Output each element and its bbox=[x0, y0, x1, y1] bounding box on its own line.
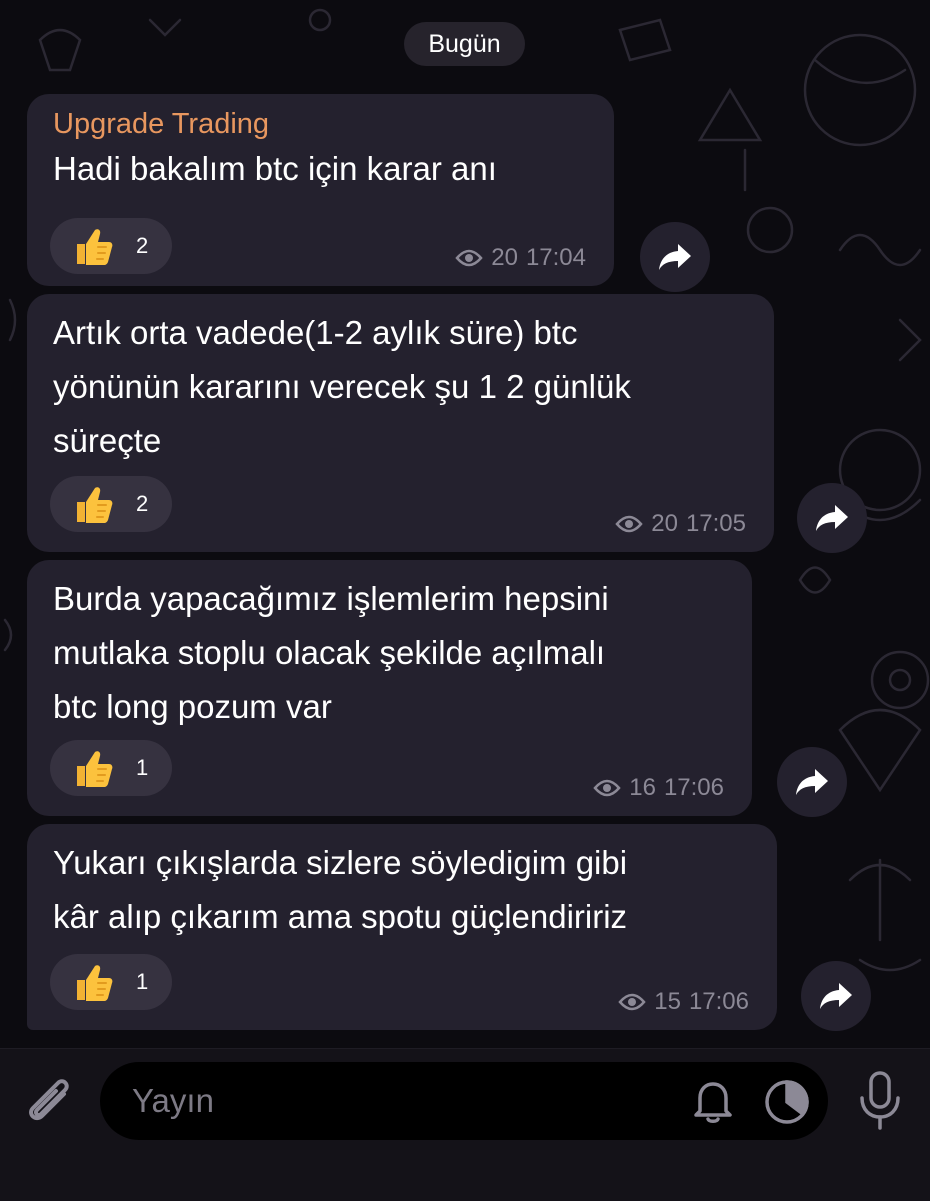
message-text: Artık orta vadede(1-2 aylık süre) btc yö… bbox=[53, 306, 748, 468]
message-meta: 16 17:06 bbox=[593, 774, 724, 802]
view-count: 15 bbox=[654, 988, 681, 1015]
reaction-pill[interactable]: 2 bbox=[50, 218, 172, 274]
message-text-line: Burda yapacağımız işlemlerim hepsini bbox=[53, 580, 609, 617]
thumbs-up-emoji-icon bbox=[77, 229, 113, 265]
share-arrow-icon bbox=[659, 244, 691, 270]
thumbs-up-emoji-icon bbox=[77, 751, 113, 787]
share-arrow-icon bbox=[816, 505, 848, 531]
eye-icon bbox=[593, 779, 621, 797]
view-count: 20 bbox=[491, 244, 518, 271]
reaction-pill[interactable]: 1 bbox=[50, 740, 172, 796]
message-time: 17:06 bbox=[688, 988, 749, 1015]
message-text-line: yönünün kararını verecek şu 1 2 günlük bbox=[53, 368, 631, 405]
message-text-line: Artık orta vadede(1-2 aylık süre) btc bbox=[53, 314, 578, 351]
reaction-count: 1 bbox=[136, 755, 149, 780]
message-meta: 20 17:04 bbox=[455, 244, 586, 272]
paperclip-icon[interactable] bbox=[20, 1072, 78, 1132]
thumbs-up-emoji-icon bbox=[77, 487, 113, 523]
message-text-line: mutlaka stoplu olacak şekilde açılmalı bbox=[53, 634, 606, 671]
message-meta: 15 17:06 bbox=[618, 988, 749, 1016]
message-bubble[interactable]: Upgrade Trading Hadi bakalım btc için ka… bbox=[27, 94, 614, 286]
message-time: 17:06 bbox=[663, 774, 724, 801]
share-button[interactable] bbox=[777, 747, 847, 817]
reaction-count: 1 bbox=[136, 969, 149, 994]
message-time: 17:04 bbox=[525, 244, 586, 271]
reaction-pill[interactable]: 1 bbox=[50, 954, 172, 1010]
message-bubble[interactable]: Yukarı çıkışlarda sizlere söyledigim gib… bbox=[27, 824, 777, 1030]
view-count: 20 bbox=[651, 510, 678, 537]
date-separator: Bugün bbox=[404, 22, 525, 66]
eye-icon bbox=[615, 515, 643, 533]
reaction-count: 2 bbox=[136, 491, 149, 516]
message-bubble[interactable]: Artık orta vadede(1-2 aylık süre) btc yö… bbox=[27, 294, 774, 552]
message-input-placeholder: Yayın bbox=[132, 1082, 214, 1119]
message-bubble[interactable]: Burda yapacağımız işlemlerim hepsini mut… bbox=[27, 560, 752, 816]
message-text-line: kâr alıp çıkarım ama spotu güçlendiririz bbox=[53, 898, 628, 935]
reaction-count: 2 bbox=[136, 233, 149, 258]
sender-name[interactable]: Upgrade Trading bbox=[53, 106, 588, 142]
share-arrow-icon bbox=[796, 769, 828, 795]
view-count: 16 bbox=[629, 774, 656, 801]
thumbs-up-emoji-icon bbox=[77, 965, 113, 1001]
reaction-pill[interactable]: 2 bbox=[50, 476, 172, 532]
message-text-line: Hadi bakalım btc için karar anı bbox=[53, 150, 497, 187]
message-meta: 20 17:05 bbox=[615, 510, 746, 538]
message-text: Burda yapacağımız işlemlerim hepsini mut… bbox=[53, 572, 726, 734]
share-button[interactable] bbox=[801, 961, 871, 1031]
message-text-line: Yukarı çıkışlarda sizlere söyledigim gib… bbox=[53, 844, 628, 881]
message-text: Hadi bakalım btc için karar anı bbox=[53, 142, 588, 196]
microphone-icon[interactable] bbox=[856, 1070, 904, 1132]
message-text-line: btc long pozum var bbox=[53, 688, 332, 725]
bell-icon[interactable] bbox=[690, 1077, 736, 1125]
timer-icon[interactable] bbox=[762, 1077, 812, 1127]
share-button[interactable] bbox=[797, 483, 867, 553]
message-text-line: süreçte bbox=[53, 422, 162, 459]
share-arrow-icon bbox=[820, 983, 852, 1009]
eye-icon bbox=[618, 993, 646, 1011]
share-button[interactable] bbox=[640, 222, 710, 292]
message-time: 17:05 bbox=[685, 510, 746, 537]
eye-icon bbox=[455, 249, 483, 267]
message-text: Yukarı çıkışlarda sizlere söyledigim gib… bbox=[53, 836, 751, 944]
